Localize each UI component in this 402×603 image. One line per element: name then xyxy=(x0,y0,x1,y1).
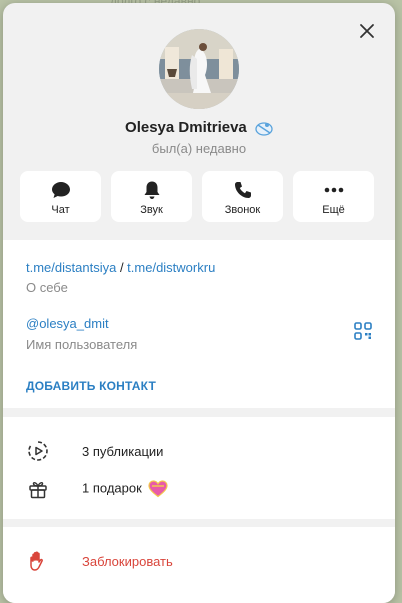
profile-status: был(а) недавно xyxy=(151,141,247,156)
bell-icon xyxy=(141,180,163,200)
avatar[interactable] xyxy=(159,29,239,109)
posts-count-text: 3 публикации xyxy=(82,443,164,459)
profile-name-row: Olesya Dmitrieva xyxy=(3,119,395,136)
gifts-row[interactable]: 1 подарок xyxy=(3,471,395,507)
gifts-count-text: 1 подарок xyxy=(82,480,142,496)
block-user-button-label: Заблокировать xyxy=(82,553,173,569)
block-card: Заблокировать xyxy=(3,527,395,603)
emoji-status-icon[interactable] xyxy=(255,120,273,136)
profile-panel: Olesya Dmitrieva был(а) недавно Чат Звук xyxy=(3,3,395,603)
sound-button[interactable]: Звук xyxy=(111,171,192,222)
call-button-label: Звонок xyxy=(224,204,261,216)
gift-icon xyxy=(27,478,49,500)
more-button-label: Ещё xyxy=(322,204,345,216)
action-bar: Чат Звук Звонок Ещё xyxy=(20,171,374,222)
gifts-row-text: 1 подарок xyxy=(82,480,169,498)
stories-icon xyxy=(27,440,49,462)
chat-button[interactable]: Чат xyxy=(20,171,101,222)
sound-button-label: Звук xyxy=(140,204,163,216)
chat-button-label: Чат xyxy=(51,204,70,216)
heart-gift-icon xyxy=(148,480,169,498)
phone-icon xyxy=(232,180,254,200)
info-card: t.me/distantsiya / t.me/distworkru О себ… xyxy=(3,240,395,408)
stats-card: 3 публикации 1 подарок xyxy=(3,417,395,519)
close-icon[interactable] xyxy=(357,21,377,41)
username-label: Имя пользователя xyxy=(26,337,138,352)
more-button[interactable]: Ещё xyxy=(293,171,374,222)
block-row[interactable]: Заблокировать xyxy=(3,543,395,579)
qr-code-icon[interactable] xyxy=(354,322,372,340)
call-button[interactable]: Звонок xyxy=(202,171,283,222)
profile-name: Olesya Dmitrieva xyxy=(125,119,247,136)
username-link[interactable]: @olesya_dmit xyxy=(26,316,109,331)
add-contact-button[interactable]: ДОБАВИТЬ КОНТАКТ xyxy=(26,379,156,393)
posts-row[interactable]: 3 публикации xyxy=(3,433,395,469)
bio-link-distantsiya[interactable]: t.me/distantsiya xyxy=(26,260,116,275)
bio-links: t.me/distantsiya / t.me/distworkru xyxy=(26,260,215,275)
hand-stop-icon xyxy=(27,550,49,572)
bio-link-distworkru[interactable]: t.me/distworkru xyxy=(127,260,215,275)
bio-label: О себе xyxy=(26,280,68,295)
more-icon xyxy=(323,180,345,200)
bio-link-separator: / xyxy=(116,260,128,275)
chat-icon xyxy=(50,180,72,200)
